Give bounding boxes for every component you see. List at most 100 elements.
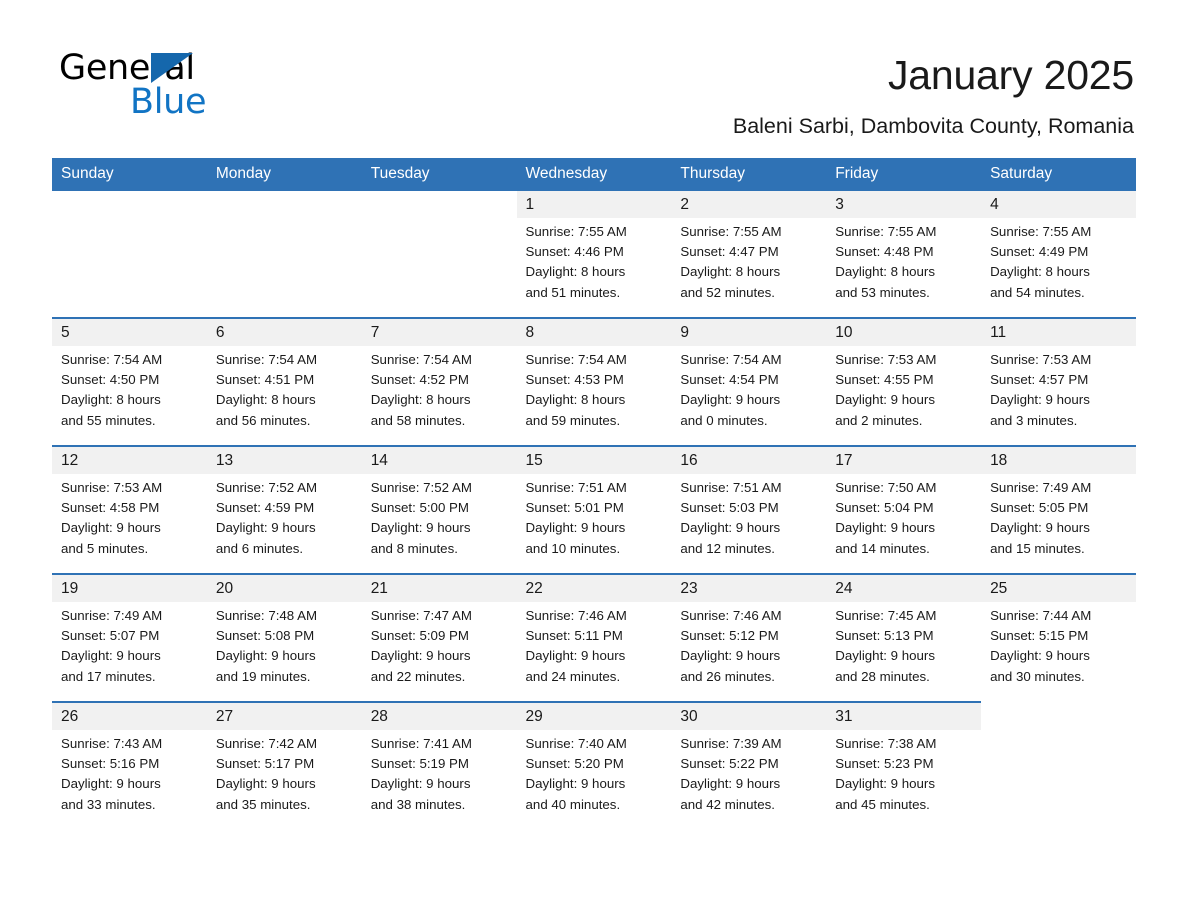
day-info: Sunrise: 7:53 AM Sunset: 4:55 PM Daylight:… <box>826 346 982 446</box>
week-daynumber-row: 26 27 28 29 30 31 <box>52 701 1136 730</box>
day-number[interactable]: 16 <box>671 445 827 474</box>
day-cell-empty <box>981 702 1136 730</box>
day-info-line: Sunrise: 7:55 AM <box>990 224 1092 239</box>
calendar-page: General Blue January 2025 Baleni Sarbi, … <box>0 0 1188 918</box>
day-info-line: Sunrise: 7:54 AM <box>61 352 163 367</box>
day-info: Sunrise: 7:52 AM Sunset: 4:59 PM Daylight:… <box>206 474 362 574</box>
day-info-line: Daylight: 9 hours <box>525 776 626 792</box>
day-number[interactable]: 27 <box>206 701 362 730</box>
day-number[interactable]: 28 <box>361 701 517 730</box>
day-info-line: Sunrise: 7:38 AM <box>835 736 937 751</box>
day-info: Sunrise: 7:49 AM Sunset: 5:05 PM Daylight:… <box>981 474 1136 574</box>
day-number[interactable]: 1 <box>516 191 672 218</box>
day-number[interactable]: 17 <box>826 445 982 474</box>
day-number[interactable]: 8 <box>516 317 672 346</box>
generalblue-logo[interactable]: General Blue <box>59 50 319 122</box>
day-info-line: Sunrise: 7:54 AM <box>525 352 627 367</box>
day-number[interactable]: 4 <box>981 191 1136 218</box>
day-info-line: Sunset: 5:09 PM <box>370 628 469 644</box>
day-info-line: Sunrise: 7:50 AM <box>835 480 937 495</box>
day-number[interactable]: 31 <box>826 701 982 730</box>
day-info-line: Sunrise: 7:54 AM <box>370 352 472 367</box>
day-info-line: Daylight: 9 hours <box>835 648 935 664</box>
day-info-line: Sunset: 4:46 PM <box>525 244 624 260</box>
day-info: Sunrise: 7:49 AM Sunset: 5:07 PM Daylight:… <box>52 602 207 702</box>
day-info-line: Daylight: 9 hours <box>680 776 781 792</box>
weekday-header-thursday: Thursday <box>671 158 827 191</box>
day-number[interactable]: 23 <box>671 573 827 602</box>
calendar-container: Sunday Monday Tuesday Wednesday Thursday Frid… <box>52 158 1136 829</box>
day-info-line: and 52 minutes. <box>680 284 775 300</box>
day-info-line: and 5 minutes. <box>61 540 149 556</box>
day-info-line: and 42 minutes. <box>680 796 775 812</box>
day-number[interactable]: 11 <box>981 317 1136 346</box>
day-number[interactable]: 10 <box>826 317 982 346</box>
calendar-header-row: Sunday Monday Tuesday Wednesday Thursday Frid… <box>52 158 1136 191</box>
day-info: Sunrise: 7:54 AM Sunset: 4:54 PM Daylight:… <box>671 346 827 446</box>
day-info: Sunrise: 7:45 AM Sunset: 5:13 PM Daylight:… <box>826 602 982 702</box>
day-info-line: Sunset: 4:55 PM <box>835 372 934 388</box>
day-number[interactable]: 19 <box>52 573 207 602</box>
week-detail-row: Sunrise: 7:53 AM Sunset: 4:58 PM Daylight:… <box>52 474 1136 574</box>
day-info-line: Sunset: 5:19 PM <box>370 756 469 772</box>
day-info-line: Daylight: 9 hours <box>61 648 161 664</box>
day-info-line: Daylight: 9 hours <box>215 648 316 664</box>
day-info-line: Sunrise: 7:42 AM <box>215 736 318 751</box>
day-info-line: and 33 minutes. <box>61 796 156 812</box>
day-info: Sunrise: 7:44 AM Sunset: 5:15 PM Daylight:… <box>981 602 1136 702</box>
day-number[interactable]: 24 <box>826 573 982 602</box>
day-info-line: Sunrise: 7:55 AM <box>835 224 937 239</box>
day-info-line: Sunrise: 7:52 AM <box>370 480 472 495</box>
day-info-line: Daylight: 8 hours <box>525 392 626 408</box>
day-info: Sunrise: 7:39 AM Sunset: 5:22 PM Daylight:… <box>671 730 827 829</box>
day-info-line: and 17 minutes. <box>61 668 156 684</box>
day-info: Sunrise: 7:53 AM Sunset: 4:58 PM Daylight:… <box>52 474 207 574</box>
day-info-line: Sunset: 5:17 PM <box>215 756 315 772</box>
day-number[interactable]: 5 <box>52 317 207 346</box>
logo-text-blue: Blue <box>130 82 207 122</box>
day-info-line: Sunrise: 7:48 AM <box>215 608 318 623</box>
day-number[interactable]: 30 <box>671 701 827 730</box>
day-number[interactable]: 22 <box>516 573 672 602</box>
day-info-line: Sunset: 4:57 PM <box>990 372 1089 388</box>
day-info-line: Sunrise: 7:53 AM <box>835 352 937 367</box>
day-number[interactable]: 14 <box>361 445 517 474</box>
day-number[interactable]: 20 <box>206 573 362 602</box>
day-info: Sunrise: 7:38 AM Sunset: 5:23 PM Daylight:… <box>826 730 982 829</box>
day-info-line: Sunrise: 7:41 AM <box>370 736 472 751</box>
day-info: Sunrise: 7:52 AM Sunset: 5:00 PM Daylight:… <box>361 474 517 574</box>
day-number[interactable]: 26 <box>52 701 207 730</box>
day-info-line: and 53 minutes. <box>835 284 930 300</box>
day-info-line: Daylight: 9 hours <box>61 776 161 792</box>
day-info: Sunrise: 7:55 AM Sunset: 4:48 PM Daylight:… <box>826 218 982 318</box>
day-info-line: Daylight: 8 hours <box>835 264 935 280</box>
day-info-line: Sunset: 5:04 PM <box>835 500 934 516</box>
day-number[interactable]: 12 <box>52 445 207 474</box>
day-number[interactable]: 13 <box>206 445 362 474</box>
day-info-line: and 40 minutes. <box>525 796 621 812</box>
day-number[interactable]: 15 <box>516 445 672 474</box>
day-info-line: Sunset: 5:13 PM <box>835 628 934 644</box>
day-number[interactable]: 2 <box>671 191 827 218</box>
day-number[interactable]: 21 <box>361 573 517 602</box>
day-info-line: Sunset: 4:50 PM <box>61 372 160 388</box>
day-info-line: and 0 minutes. <box>680 412 768 428</box>
day-info-line: Daylight: 8 hours <box>990 264 1090 280</box>
day-number[interactable]: 3 <box>826 191 982 218</box>
day-info-line: Sunset: 4:58 PM <box>61 500 160 516</box>
day-info-line: Sunset: 4:59 PM <box>215 500 315 516</box>
day-number[interactable]: 9 <box>671 317 827 346</box>
day-number[interactable]: 29 <box>516 701 672 730</box>
day-number[interactable]: 7 <box>361 317 517 346</box>
day-number[interactable]: 18 <box>981 445 1136 474</box>
day-info: Sunrise: 7:51 AM Sunset: 5:03 PM Daylight:… <box>671 474 827 574</box>
day-info-line: Daylight: 8 hours <box>215 392 316 408</box>
day-number[interactable]: 25 <box>981 573 1136 602</box>
page-subtitle: Baleni Sarbi, Dambovita County, Romania <box>732 114 1134 138</box>
day-info-line: Daylight: 8 hours <box>370 392 471 408</box>
day-info: Sunrise: 7:47 AM Sunset: 5:09 PM Daylight:… <box>361 602 517 702</box>
day-info-line: Daylight: 9 hours <box>680 392 781 408</box>
day-info: Sunrise: 7:51 AM Sunset: 5:01 PM Daylight:… <box>516 474 672 574</box>
day-info-line: Sunset: 4:53 PM <box>525 372 624 388</box>
day-number[interactable]: 6 <box>206 317 362 346</box>
